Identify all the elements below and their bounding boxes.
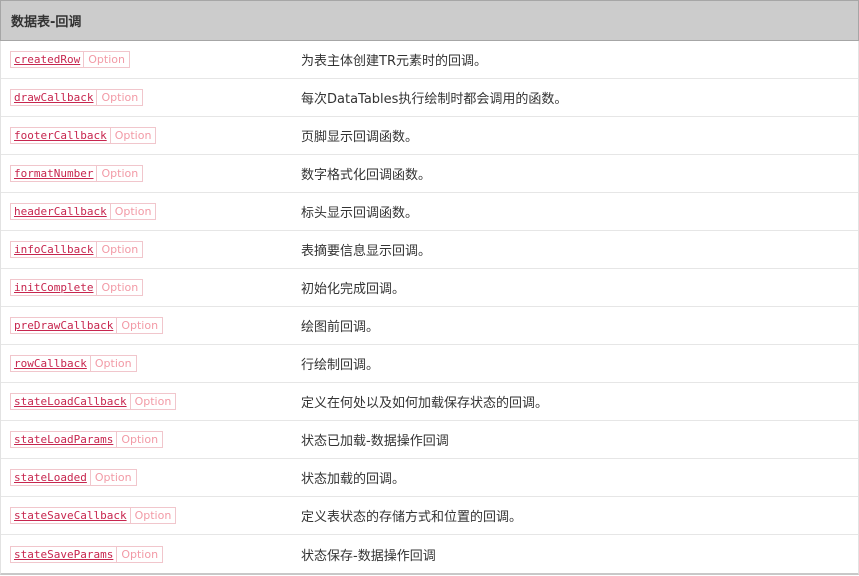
option-description: 状态加载的回调。 [301,472,406,487]
table-row: stateSaveCallback Option 定义表状态的存储方式和位置的回… [1,497,858,535]
option-type-badge: Option [96,166,142,181]
option-link-formatNumber[interactable]: formatNumber [11,166,96,181]
option-type-badge: Option [89,356,136,371]
option-description: 定义在何处以及如何加载保存状态的回调。 [301,396,549,411]
option-type-badge: Option [96,242,142,257]
option-tag: createdRow Option [10,51,130,68]
option-tag: rowCallback Option [10,355,137,372]
option-link-initComplete[interactable]: initComplete [11,280,96,295]
option-link-infoCallback[interactable]: infoCallback [11,242,96,257]
option-tag: stateSaveCallback Option [10,507,177,524]
option-link-preDrawCallback[interactable]: preDrawCallback [11,318,116,333]
option-name-cell: footerCallback Option [1,127,301,144]
table-row: infoCallback Option 表摘要信息显示回调。 [1,231,858,269]
option-link-headerCallback[interactable]: headerCallback [11,204,110,219]
table-row: createdRow Option 为表主体创建TR元素时的回调。 [1,41,858,79]
table-header: 数据表-回调 [0,0,859,41]
option-type-badge: Option [129,394,176,409]
option-name-cell: stateLoadCallback Option [1,393,301,410]
option-type-badge: Option [83,52,129,67]
option-type-badge: Option [116,318,162,333]
option-link-stateSaveParams[interactable]: stateSaveParams [11,547,116,562]
table-row: drawCallback Option 每次DataTables执行绘制时都会调… [1,79,858,117]
option-name-cell: infoCallback Option [1,241,301,258]
option-name-cell: formatNumber Option [1,165,301,182]
option-name-cell: rowCallback Option [1,355,301,372]
option-description: 绘图前回调。 [301,320,380,335]
option-description: 每次DataTables执行绘制时都会调用的函数。 [301,92,568,107]
option-tag: stateSaveParams Option [10,545,164,563]
option-name-cell: preDrawCallback Option [1,317,301,334]
table-row: preDrawCallback Option 绘图前回调。 [1,307,858,345]
option-description: 为表主体创建TR元素时的回调。 [301,54,487,69]
option-tag: stateLoadParams Option [10,431,164,448]
option-tag: drawCallback Option [10,89,144,106]
option-link-rowCallback[interactable]: rowCallback [11,356,90,371]
option-link-stateSaveCallback[interactable]: stateSaveCallback [11,508,130,523]
option-type-badge: Option [96,90,142,105]
option-description: 数字格式化回调函数。 [301,168,432,183]
table-row: footerCallback Option 页脚显示回调函数。 [1,117,858,155]
option-link-footerCallback[interactable]: footerCallback [11,128,110,143]
table-row: stateSaveParams Option 状态保存-数据操作回调 [1,535,858,573]
option-name-cell: stateSaveParams Option [1,545,301,563]
table-row: formatNumber Option 数字格式化回调函数。 [1,155,858,193]
table-row: rowCallback Option 行绘制回调。 [1,345,858,383]
option-type-badge: Option [116,546,162,562]
option-description: 标头显示回调函数。 [301,206,419,221]
option-name-cell: stateSaveCallback Option [1,507,301,524]
option-name-cell: stateLoaded Option [1,469,301,486]
option-link-createdRow[interactable]: createdRow [11,52,83,67]
option-link-stateLoadParams[interactable]: stateLoadParams [11,432,116,447]
option-tag: formatNumber Option [10,165,144,182]
option-name-cell: drawCallback Option [1,89,301,106]
option-description: 行绘制回调。 [301,358,380,373]
option-name-cell: stateLoadParams Option [1,431,301,448]
option-type-badge: Option [109,128,156,143]
option-link-stateLoadCallback[interactable]: stateLoadCallback [11,394,130,409]
table-row: stateLoaded Option 状态加载的回调。 [1,459,858,497]
option-description: 页脚显示回调函数。 [301,130,419,145]
option-type-badge: Option [96,280,142,295]
option-description: 状态保存-数据操作回调 [301,548,436,564]
option-type-badge: Option [109,204,156,219]
option-name-cell: headerCallback Option [1,203,301,220]
table-body: createdRow Option 为表主体创建TR元素时的回调。 drawCa… [0,41,859,575]
option-description: 状态已加载-数据操作回调 [301,434,449,449]
option-description: 表摘要信息显示回调。 [301,244,432,259]
option-name-cell: initComplete Option [1,279,301,296]
option-tag: preDrawCallback Option [10,317,164,334]
table-row: initComplete Option 初始化完成回调。 [1,269,858,307]
table-title: 数据表-回调 [11,15,82,30]
option-tag: infoCallback Option [10,241,144,258]
option-tag: initComplete Option [10,279,144,296]
option-description: 定义表状态的存储方式和位置的回调。 [301,510,523,525]
option-tag: headerCallback Option [10,203,157,220]
option-tag: stateLoadCallback Option [10,393,177,410]
option-link-stateLoaded[interactable]: stateLoaded [11,470,90,485]
option-type-badge: Option [116,432,162,447]
table-row: stateLoadCallback Option 定义在何处以及如何加载保存状态… [1,383,858,421]
option-link-drawCallback[interactable]: drawCallback [11,90,96,105]
option-tag: stateLoaded Option [10,469,137,486]
option-type-badge: Option [89,470,136,485]
option-name-cell: createdRow Option [1,51,301,68]
table-row: headerCallback Option 标头显示回调函数。 [1,193,858,231]
callbacks-table: 数据表-回调 createdRow Option 为表主体创建TR元素时的回调。… [0,0,859,576]
option-type-badge: Option [129,508,176,523]
option-tag: footerCallback Option [10,127,157,144]
option-description: 初始化完成回调。 [301,282,406,297]
table-row: stateLoadParams Option 状态已加载-数据操作回调 [1,421,858,459]
